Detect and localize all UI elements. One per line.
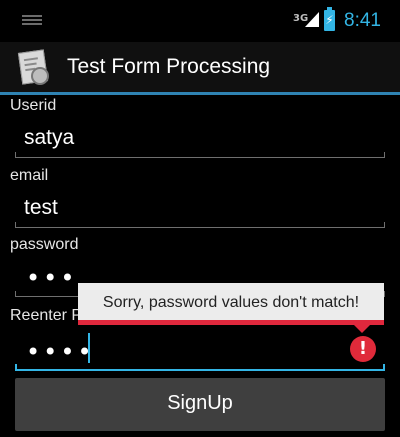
error-popup-accent <box>78 320 384 325</box>
reenter-password-field[interactable]: •••• <box>15 333 385 371</box>
action-bar: Test Form Processing <box>0 42 400 92</box>
reenter-password-label: Reenter P <box>10 307 83 324</box>
userid-field[interactable]: satya <box>15 122 385 158</box>
clock: 8:41 <box>344 10 381 31</box>
password-masked-value: ••• <box>26 264 78 292</box>
signup-button[interactable]: SignUp <box>15 378 385 431</box>
battery-charging-icon: ⚡ <box>324 7 335 31</box>
password-label: password <box>10 236 79 253</box>
signal-icon <box>305 12 319 27</box>
form-app-icon[interactable] <box>17 49 49 85</box>
email-value: test <box>24 196 58 219</box>
error-popup-pointer <box>354 325 370 333</box>
userid-value: satya <box>24 126 75 149</box>
error-popup: Sorry, password values don't match! <box>78 283 384 333</box>
text-cursor <box>88 333 90 363</box>
email-label: email <box>10 167 49 184</box>
reenter-password-masked-value: •••• <box>26 338 95 366</box>
error-icon[interactable]: ! <box>350 336 376 362</box>
status-bar: 3G ⚡ 8:41 <box>0 0 400 42</box>
keyboard-notification-icon <box>22 15 42 25</box>
action-bar-divider <box>0 92 400 95</box>
app-title: Test Form Processing <box>67 55 271 78</box>
email-field[interactable]: test <box>15 192 385 228</box>
userid-label: Userid <box>10 97 57 114</box>
error-message: Sorry, password values don't match! <box>102 294 360 311</box>
signup-button-label: SignUp <box>167 392 233 414</box>
